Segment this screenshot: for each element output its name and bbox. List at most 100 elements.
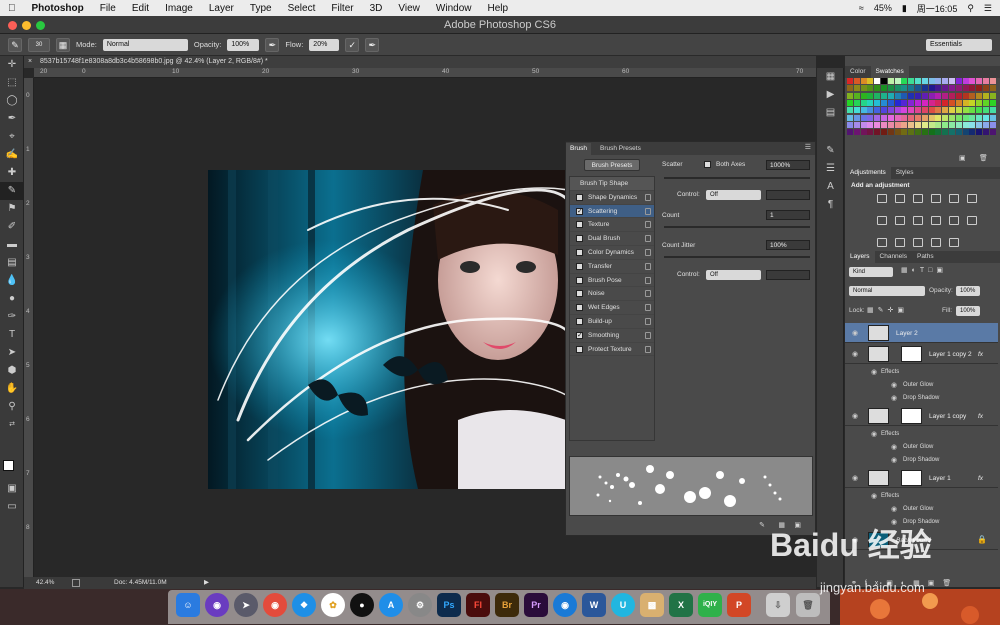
tab-channels[interactable]: Channels [875,251,912,263]
wifi-icon[interactable]: ≈ [859,3,864,13]
swatch[interactable] [874,129,881,136]
adjustment-icon[interactable] [913,194,923,203]
swatch[interactable] [949,121,955,128]
swatch[interactable] [915,99,921,106]
visibility-eye-icon[interactable]: ◉ [891,379,897,392]
opacity-input[interactable]: 100% [227,38,260,51]
app-store-icon[interactable]: A [379,593,403,617]
menu-app-name[interactable]: Photoshop [24,3,92,14]
effect-row[interactable]: ◉ Outer Glow [845,379,998,392]
swatch[interactable] [983,107,989,114]
swatch[interactable] [983,99,989,106]
swatch[interactable] [949,78,955,84]
swatch[interactable] [894,114,901,121]
swatch[interactable] [908,129,915,136]
swatch[interactable] [894,99,901,106]
delete-swatch-icon[interactable]: 🗑 [979,154,988,162]
checkbox[interactable] [576,304,583,312]
swatch[interactable] [901,92,908,99]
swatch[interactable] [976,85,983,92]
checkbox[interactable] [576,193,583,201]
effect-row[interactable]: ◉ Outer Glow [845,441,998,454]
visibility-eye-icon[interactable]: ◉ [871,490,877,503]
lock-icon[interactable] [645,221,651,229]
swatch[interactable] [921,121,928,128]
finder-icon[interactable]: ☺ [176,593,200,617]
swatch[interactable] [874,114,881,121]
system-preferences-icon[interactable]: ⚙ [408,593,432,617]
lock-icon[interactable] [645,331,651,339]
zoom-tool-icon[interactable]: ⚲ [0,398,24,416]
menu-help[interactable]: Help [479,3,516,14]
history-brush-tool-icon[interactable]: ✐ [0,218,24,236]
swatch[interactable] [887,99,894,106]
fx-icon[interactable]: fx [978,475,983,482]
swatch[interactable] [847,107,853,114]
airbrush-icon[interactable]: ✓ [345,37,360,52]
brush-option-scattering[interactable]: ✓ Scattering [570,204,654,219]
swap-colors-icon[interactable]: ⇄ [0,416,24,434]
swatch[interactable] [874,107,881,114]
quick-mask-icon[interactable]: ▣ [0,480,24,498]
count-input[interactable]: 1 [766,210,810,220]
fill-input[interactable]: 100% [956,306,980,316]
swatch[interactable] [874,85,881,92]
layer-row[interactable]: ◉ Layer 1 copy fx [845,406,998,426]
adjustment-icon[interactable] [931,216,941,225]
swatch[interactable] [881,114,887,121]
swatch[interactable] [976,78,983,84]
effects-row[interactable]: ◉ Effects [845,428,998,441]
checkbox[interactable] [576,248,583,256]
adjustment-icon[interactable] [913,238,923,247]
swatch[interactable] [928,121,935,128]
swatch[interactable] [921,99,928,106]
layer-mask-thumbnail[interactable] [901,408,922,424]
swatch[interactable] [915,129,921,136]
brush-option-transfer[interactable]: Transfer [570,260,654,274]
swatch[interactable] [962,99,969,106]
swatch[interactable] [962,114,969,121]
swatch[interactable] [955,92,962,99]
swatch[interactable] [860,92,867,99]
adjustment-icon[interactable] [967,216,977,225]
swatch[interactable] [901,107,908,114]
swatch[interactable] [935,107,942,114]
count-jitter-control-select[interactable]: Off [706,270,761,280]
brush-size-picker[interactable]: 30 [28,37,50,52]
layer-name[interactable]: Layer 2 [896,330,918,337]
layer-row[interactable]: ◉ Layer 1 fx [845,468,998,488]
edge-icon[interactable]: ◉ [553,593,577,617]
adjustment-icon[interactable] [949,194,959,203]
fx-icon[interactable]: fx [978,351,983,358]
count-jitter-input[interactable]: 100% [766,240,810,250]
swatch[interactable] [867,114,874,121]
minimize-window-button[interactable] [22,21,31,30]
tab-layers[interactable]: Layers [845,251,875,263]
swatch[interactable] [962,121,969,128]
swatch[interactable] [989,114,996,121]
checkbox[interactable]: ✓ [576,207,583,215]
swatch[interactable] [935,121,942,128]
menu-edit[interactable]: Edit [124,3,157,14]
swatch[interactable] [962,107,969,114]
swatch[interactable] [894,78,901,84]
qq-icon[interactable]: ● [350,593,374,617]
foreground-color-swatch[interactable] [3,460,14,471]
swatch[interactable] [853,114,860,121]
swatch[interactable] [894,92,901,99]
swatch[interactable] [853,78,860,84]
swatch[interactable] [915,78,921,84]
clock[interactable]: 周一16:05 [917,2,958,15]
swatch[interactable] [949,129,955,136]
tab-styles[interactable]: Styles [891,167,919,179]
swatch[interactable] [887,121,894,128]
close-window-button[interactable] [8,21,17,30]
paragraph-icon[interactable]: ¶ [817,196,844,214]
swatch[interactable] [874,121,881,128]
swatch[interactable] [976,107,983,114]
visibility-eye-icon[interactable]: ◉ [852,329,858,337]
checkbox[interactable]: ✓ [576,331,583,339]
search-icon[interactable]: ⚲ [967,3,974,14]
swatch[interactable] [921,78,928,84]
swatch[interactable] [989,92,996,99]
